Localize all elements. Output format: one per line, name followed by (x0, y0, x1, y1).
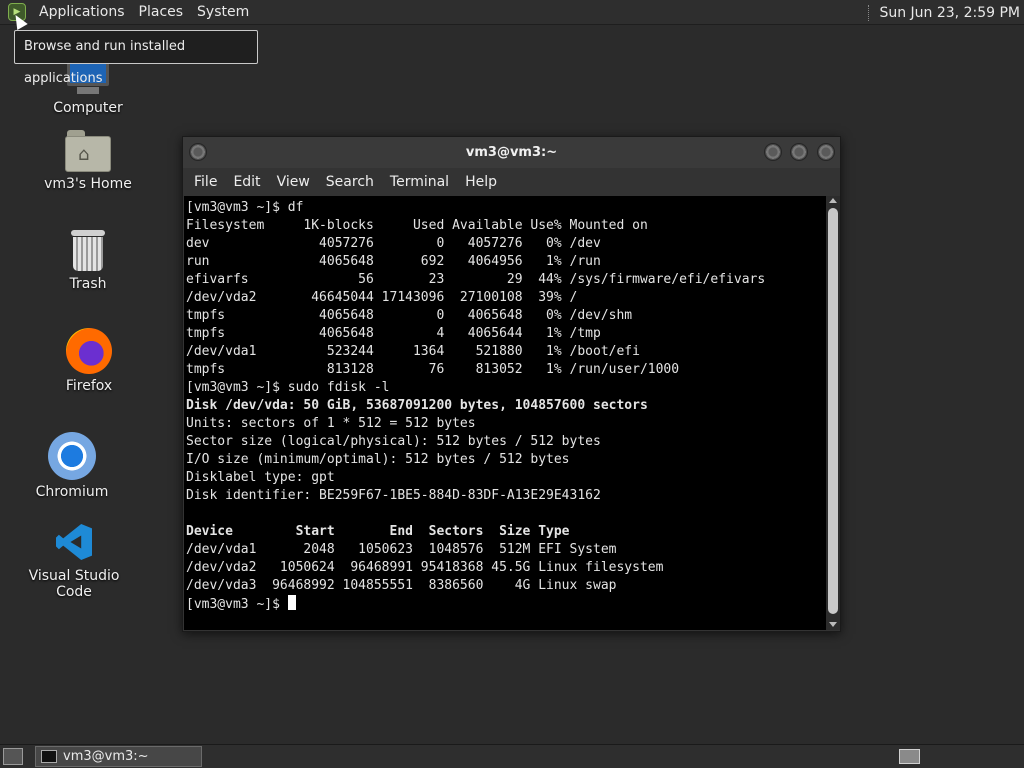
terminal-line: efivarfs 56 23 29 44% /sys/firmware/efi/… (186, 272, 766, 287)
desktop-icon-label: Firefox (65, 378, 113, 394)
taskbar-window-button[interactable]: vm3@vm3:~ (35, 746, 202, 767)
terminal-line: dev 4057276 0 4057276 0% /dev (186, 236, 601, 251)
menu-edit[interactable]: Edit (227, 174, 266, 190)
text-cursor (287, 595, 296, 610)
desktop-icon-chromium[interactable]: Chromium (12, 432, 132, 500)
terminal-menubar: File Edit View Search Terminal Help (183, 168, 840, 196)
terminal-line: Units: sectors of 1 * 512 = 512 bytes (186, 416, 476, 431)
scrollbar-thumb[interactable] (828, 208, 838, 614)
terminal-line: /dev/vda1 523244 1364 521880 1% /boot/ef… (186, 344, 640, 359)
desktop-icon-label: Computer (53, 100, 123, 116)
home-folder-icon: ⌂ (65, 130, 111, 172)
desktop-icon-home[interactable]: ⌂ vm3's Home (28, 130, 148, 192)
terminal-line: tmpfs 813128 76 813052 1% /run/user/1000 (186, 362, 680, 377)
terminal-scrollbar[interactable] (826, 196, 840, 630)
vscode-icon (52, 520, 96, 564)
top-panel: ▶ Applications Places System Sun Jun 23,… (0, 0, 1024, 25)
terminal-line: Device Start End Sectors Size Type (186, 524, 570, 539)
minimize-button[interactable] (764, 143, 782, 161)
terminal-line: tmpfs 4065648 4 4065644 1% /tmp (186, 326, 601, 341)
terminal-line: tmpfs 4065648 0 4065648 0% /dev/shm (186, 308, 633, 323)
terminal-line: Sector size (logical/physical): 512 byte… (186, 434, 601, 449)
clock[interactable]: Sun Jun 23, 2:59 PM (879, 5, 1020, 21)
terminal-line: /dev/vda2 46645044 17143096 27100108 39%… (186, 290, 578, 305)
terminal-output[interactable]: [vm3@vm3 ~]$ df Filesystem 1K-blocks Used… (184, 196, 827, 630)
terminal-line: /dev/vda1 2048 1050623 1048576 512M EFI … (186, 542, 617, 557)
scroll-up-icon[interactable] (829, 198, 837, 203)
applications-tooltip: Browse and run installed applications (14, 30, 258, 86)
menu-help[interactable]: Help (459, 174, 503, 190)
terminal-line: /dev/vda3 96468992 104855551 8386560 4G … (186, 578, 617, 593)
window-title: vm3@vm3:~ (465, 145, 558, 160)
terminal-titlebar[interactable]: vm3@vm3:~ (183, 137, 840, 168)
menu-view[interactable]: View (271, 174, 316, 190)
menu-terminal[interactable]: Terminal (384, 174, 455, 190)
terminal-line: run 4065648 692 4064956 1% /run (186, 254, 601, 269)
terminal-icon (41, 750, 57, 763)
maximize-button[interactable] (790, 143, 808, 161)
firefox-icon (66, 328, 112, 374)
trash-icon (69, 230, 107, 272)
clock-area: Sun Jun 23, 2:59 PM (868, 0, 1020, 25)
menu-applications[interactable]: Applications (32, 0, 132, 25)
close-button[interactable] (817, 143, 835, 161)
terminal-line: [vm3@vm3 ~]$ sudo fdisk -l (186, 380, 390, 395)
menu-system[interactable]: System (190, 0, 256, 25)
terminal-text: [vm3@vm3 ~]$ df Filesystem 1K-blocks Used… (184, 196, 827, 613)
terminal-line: Disklabel type: gpt (186, 470, 335, 485)
terminal-line: Disk /dev/vda: 50 GiB, 53687091200 bytes… (186, 398, 648, 413)
menu-file[interactable]: File (188, 174, 223, 190)
taskbar-window-label: vm3@vm3:~ (63, 749, 149, 764)
terminal-line: Filesystem 1K-blocks Used Available Use%… (186, 218, 648, 233)
show-desktop-icon[interactable] (3, 748, 23, 765)
workspace-switcher[interactable] (899, 749, 920, 764)
chromium-icon (48, 432, 96, 480)
terminal-prompt: [vm3@vm3 ~]$ (186, 597, 288, 612)
terminal-window[interactable]: vm3@vm3:~ File Edit View Search Terminal… (182, 136, 841, 632)
panel-separator (868, 4, 870, 21)
terminal-line: /dev/vda2 1050624 96468991 95418368 45.5… (186, 560, 664, 575)
desktop-icon-trash[interactable]: Trash (28, 230, 148, 292)
terminal-line: I/O size (minimum/optimal): 512 bytes / … (186, 452, 570, 467)
desktop-icon-label: Trash (69, 276, 107, 292)
bottom-panel: vm3@vm3:~ (0, 744, 1024, 768)
scroll-down-icon[interactable] (829, 622, 837, 627)
desktop-icon-label: Chromium (35, 484, 109, 500)
menu-search[interactable]: Search (320, 174, 380, 190)
terminal-prompt-line: [vm3@vm3 ~]$ (186, 595, 827, 613)
terminal-line: [vm3@vm3 ~]$ df (186, 200, 304, 215)
desktop-icon-label: Visual Studio Code (28, 568, 120, 600)
terminal-line: Disk identifier: BE259F67-1BE5-884D-83DF… (186, 488, 601, 503)
desktop-icon-label: vm3's Home (44, 176, 132, 192)
menu-places[interactable]: Places (132, 0, 191, 25)
desktop-icon-vscode[interactable]: Visual Studio Code (14, 520, 134, 600)
desktop-icon-firefox[interactable]: Firefox (29, 328, 149, 394)
